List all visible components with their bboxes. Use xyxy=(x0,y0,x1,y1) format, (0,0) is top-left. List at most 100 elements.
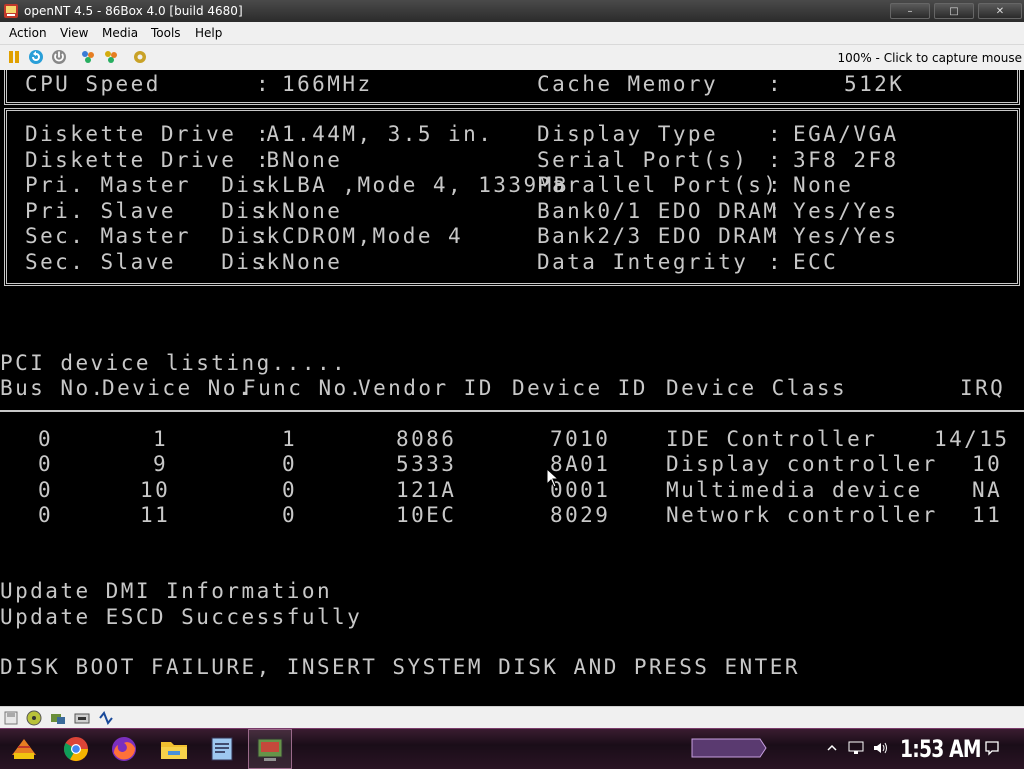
colon: : xyxy=(256,199,272,223)
left-row-label: Pri. Master Disk xyxy=(25,173,282,197)
left-row-label: Pri. Slave Disk xyxy=(25,199,282,223)
colon: : xyxy=(256,122,272,146)
emulator-display[interactable]: CPU Speed : 166MHz Cache Memory : 512K D… xyxy=(0,70,1024,706)
floppy-drive-icon[interactable] xyxy=(3,710,19,726)
colon: : xyxy=(256,173,272,197)
right-row-label: Bank0/1 EDO DRAM xyxy=(537,199,779,223)
menu-action[interactable]: Action xyxy=(5,22,51,44)
colon: : xyxy=(768,173,784,197)
power-icon[interactable] xyxy=(51,49,67,65)
minimize-button[interactable]: – xyxy=(890,3,930,19)
firefox-icon[interactable] xyxy=(108,733,140,765)
show-hidden-icons-icon[interactable] xyxy=(826,742,838,754)
pci-cell-bus: 0 xyxy=(38,478,54,502)
right-row-value: EGA/VGA xyxy=(793,122,899,146)
right-row-value: Yes/Yes xyxy=(793,199,899,223)
hard-disk-icon[interactable] xyxy=(50,710,66,726)
right-row-label: Display Type xyxy=(537,122,719,146)
cache-memory-value: 512K xyxy=(844,72,905,96)
left-row-value: None xyxy=(282,199,343,223)
reset-icon[interactable] xyxy=(28,49,44,65)
taskbar-toolbar-widget[interactable] xyxy=(690,737,768,759)
pci-listing-title: PCI device listing..... xyxy=(0,351,348,375)
menu-bar: Action View Media Tools Help xyxy=(0,22,1024,45)
window-title: openNT 4.5 - 86Box 4.0 [build 4680] xyxy=(24,4,243,18)
pci-header-vendor: Vendor ID xyxy=(358,376,494,400)
notepad-icon[interactable] xyxy=(206,733,238,765)
pci-cell-func: 0 xyxy=(282,503,298,527)
file-explorer-icon[interactable] xyxy=(158,733,190,765)
status-bar xyxy=(0,706,1024,729)
menu-tools[interactable]: Tools xyxy=(147,22,185,44)
left-row-value: None xyxy=(282,148,343,172)
pci-cell-device: 10 xyxy=(140,478,171,502)
pci-cell-func: 0 xyxy=(282,452,298,476)
ctrl-alt-del-icon[interactable] xyxy=(80,49,96,65)
colon: : xyxy=(768,72,784,96)
pci-cell-device: 9 xyxy=(153,452,169,476)
right-row-value: ECC xyxy=(793,250,839,274)
right-row-value: 3F8 2F8 xyxy=(793,148,899,172)
close-button[interactable]: ✕ xyxy=(978,3,1022,19)
left-row-value: 1.44M, 3.5 in. xyxy=(282,122,494,146)
cpu-speed-label: CPU Speed xyxy=(25,72,161,96)
window-title-bar[interactable]: openNT 4.5 - 86Box 4.0 [build 4680] – □ … xyxy=(0,0,1024,22)
pci-cell-irq: 10 xyxy=(972,452,1003,476)
colon: : xyxy=(768,148,784,172)
left-row-label: Diskette Drive B xyxy=(25,148,282,172)
start-button-icon[interactable] xyxy=(8,733,40,765)
mouse-cursor-icon xyxy=(546,468,560,488)
86box-taskbar-button[interactable] xyxy=(248,729,292,769)
taskbar: 1:53 AM xyxy=(0,728,1024,769)
86box-app-icon[interactable] xyxy=(3,3,19,19)
left-row-label: Diskette Drive A xyxy=(25,122,282,146)
toolbar: 100% - Click to capture mouse xyxy=(0,45,1024,70)
chrome-icon[interactable] xyxy=(60,733,92,765)
right-row-value: Yes/Yes xyxy=(793,224,899,248)
right-row-value: None xyxy=(793,173,854,197)
maximize-button[interactable]: □ xyxy=(934,3,974,19)
cdrom-drive-icon[interactable] xyxy=(26,710,42,726)
left-row-value: CDROM,Mode 4 xyxy=(282,224,464,248)
pci-cell-func: 0 xyxy=(282,478,298,502)
right-row-label: Serial Port(s) xyxy=(537,148,749,172)
pci-cell-bus: 0 xyxy=(38,503,54,527)
pci-cell-device-id: 7010 xyxy=(550,427,611,451)
network-tray-icon[interactable] xyxy=(848,740,864,756)
boot-failure-message: DISK BOOT FAILURE, INSERT SYSTEM DISK AN… xyxy=(0,655,800,679)
pci-header-divider xyxy=(0,410,1024,412)
pci-cell-func: 1 xyxy=(282,427,298,451)
menu-view[interactable]: View xyxy=(56,22,92,44)
menu-media[interactable]: Media xyxy=(98,22,142,44)
volume-tray-icon[interactable] xyxy=(872,740,888,756)
pci-header-class: Device Class xyxy=(666,376,848,400)
pci-cell-vendor: 5333 xyxy=(396,452,457,476)
pci-cell-bus: 0 xyxy=(38,427,54,451)
taskbar-clock[interactable]: 1:53 AM xyxy=(900,733,982,765)
pci-header-irq: IRQ xyxy=(960,376,1006,400)
colon: : xyxy=(256,72,272,96)
pci-cell-vendor: 8086 xyxy=(396,427,457,451)
pci-header-device: Device No. xyxy=(102,376,253,400)
pci-cell-class: Network controller xyxy=(666,503,938,527)
menu-help[interactable]: Help xyxy=(191,22,226,44)
colon: : xyxy=(256,224,272,248)
pci-cell-device: 1 xyxy=(153,427,169,451)
right-row-label: Parallel Port(s) xyxy=(537,173,779,197)
86box-taskbar-icon xyxy=(257,738,283,761)
pci-cell-device: 11 xyxy=(140,503,171,527)
escd-update-line: Update ESCD Successfully xyxy=(0,605,363,629)
colon: : xyxy=(768,199,784,223)
ctrl-alt-esc-icon[interactable] xyxy=(103,49,119,65)
network-card-icon[interactable] xyxy=(74,710,90,726)
cache-memory-label: Cache Memory xyxy=(537,72,719,96)
colon: : xyxy=(768,122,784,146)
settings-icon[interactable] xyxy=(132,49,148,65)
right-row-label: Bank2/3 EDO DRAM xyxy=(537,224,779,248)
sound-card-icon[interactable] xyxy=(98,710,114,726)
pci-cell-vendor: 10EC xyxy=(396,503,457,527)
action-center-icon[interactable] xyxy=(984,740,1000,756)
pause-icon[interactable] xyxy=(6,49,22,65)
left-row-value: LBA ,Mode 4, 1339MB xyxy=(282,173,569,197)
pci-cell-class: Multimedia device xyxy=(666,478,923,502)
